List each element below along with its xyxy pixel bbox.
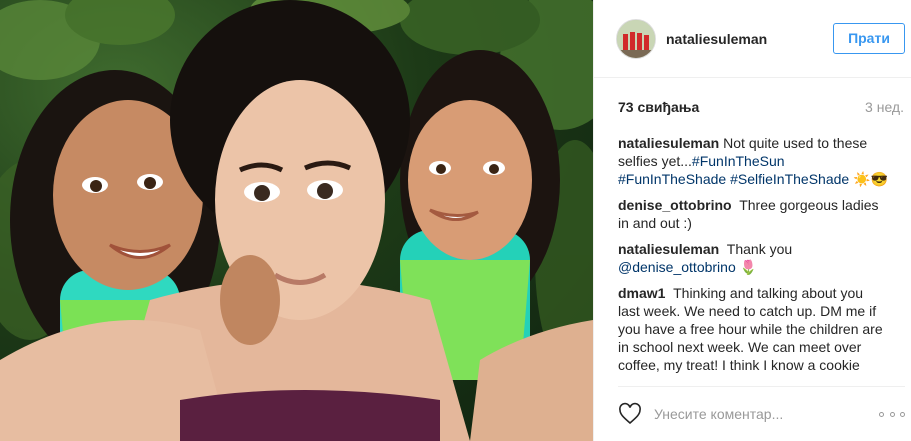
dot [889, 411, 895, 417]
emoji: 🌷 [739, 259, 758, 275]
hashtag-link[interactable]: #FunInTheShade [618, 171, 726, 187]
hashtag-link[interactable]: #SelfieInTheShade [730, 171, 849, 187]
comments-list[interactable]: nataliesuleman Not quite used to these se… [618, 134, 888, 381]
comment-input[interactable] [654, 406, 879, 422]
likes-count[interactable]: 73 свиђања [618, 99, 699, 115]
hashtag-link[interactable]: #FunInTheSun [692, 153, 785, 169]
comment-item: dmaw1 Thinking and talking about you las… [618, 284, 888, 374]
comment-username[interactable]: denise_ottobrino [618, 197, 732, 213]
comment-item: nataliesuleman Not quite used to these se… [618, 134, 888, 188]
follow-button[interactable]: Прати [833, 23, 905, 54]
post-meta: 73 свиђања 3 нед. [618, 96, 904, 118]
comment-text: Thank you [726, 241, 793, 257]
comment-username[interactable]: nataliesuleman [618, 241, 719, 257]
post-author-username[interactable]: nataliesuleman [666, 31, 767, 47]
post-age[interactable]: 3 нед. [865, 99, 904, 115]
avatar[interactable] [616, 18, 656, 59]
dot [879, 411, 884, 417]
emoji: ☀️😎 [853, 171, 888, 187]
comment-username[interactable]: dmaw1 [618, 285, 665, 301]
heart-icon[interactable] [618, 402, 642, 426]
ellipsis-icon[interactable] [879, 404, 905, 424]
comment-item: nataliesuleman Thank you @denise_ottobri… [618, 240, 888, 276]
comment-footer [618, 386, 905, 441]
post-panel: nataliesuleman Прати 73 свиђања 3 нед. n… [593, 0, 911, 441]
post-header: nataliesuleman Прати [594, 0, 911, 78]
post-photo[interactable] [0, 0, 593, 441]
comment-username[interactable]: nataliesuleman [618, 135, 719, 151]
comment-item: denise_ottobrino Three gorgeous ladies i… [618, 196, 888, 232]
mention-link[interactable]: @denise_ottobrino [618, 259, 736, 275]
selfie-image [0, 0, 593, 441]
dot [900, 411, 905, 417]
